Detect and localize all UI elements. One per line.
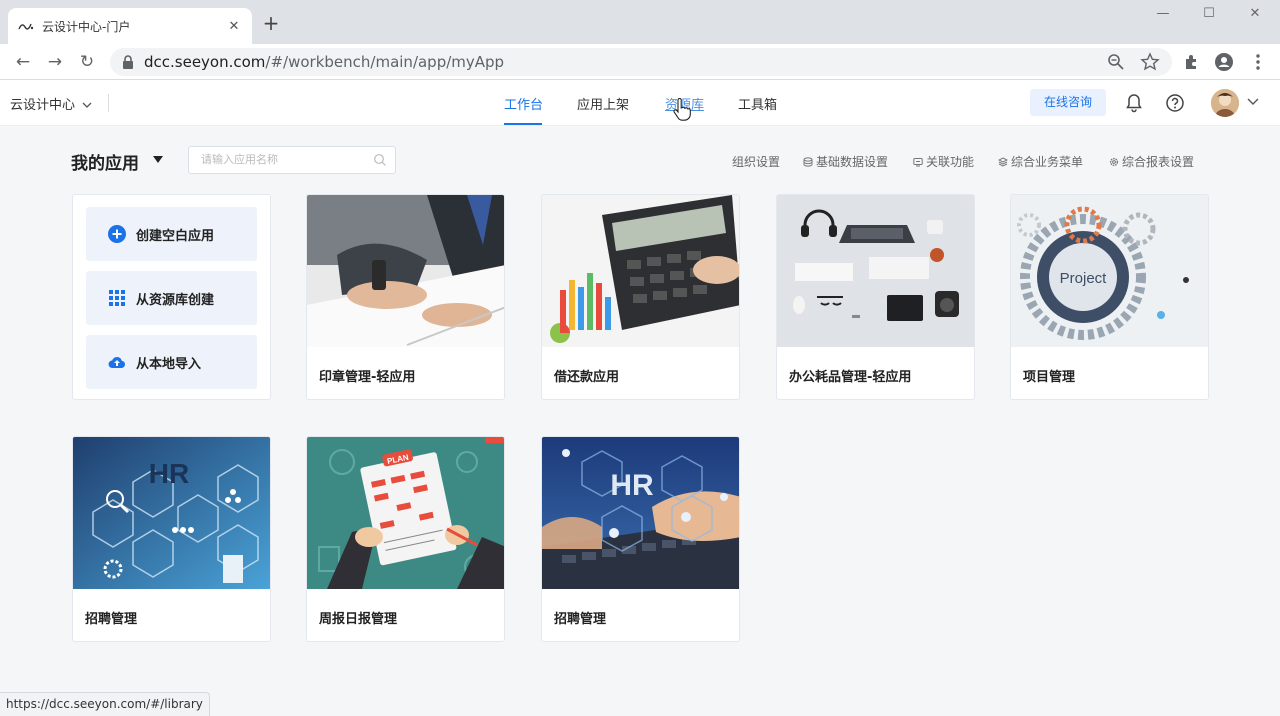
image-text: HR [610, 469, 654, 502]
app-title: 办公耗品管理-轻应用 [789, 370, 912, 385]
active-tab-indicator [504, 123, 542, 125]
image-text: HR [149, 458, 189, 489]
extensions-icon[interactable] [1182, 52, 1202, 72]
browser-toolbar: ← → ↻ dcc.seeyon.com/#/workbench/main/ap… [0, 44, 1280, 80]
caret-down-icon[interactable] [153, 156, 163, 163]
app-card[interactable]: 办公耗品管理-轻应用 [776, 194, 975, 400]
hand-cursor-icon [673, 98, 691, 121]
online-consult-button[interactable]: 在线咨询 [1030, 89, 1106, 116]
brand-switcher[interactable]: 云设计中心 [10, 94, 92, 113]
action-label: 创建空白应用 [136, 228, 215, 244]
tab-title: 云设计中心-门户 [42, 19, 131, 34]
link-business-menu[interactable]: 综合业务菜单 [998, 153, 1083, 170]
search-input[interactable] [188, 146, 396, 174]
grid-icon [109, 290, 125, 306]
app-title: 招聘管理 [554, 612, 607, 627]
tab-workbench[interactable]: 工作台 [504, 94, 543, 113]
app-card[interactable]: PLAN 周报日报管理 [306, 436, 505, 642]
app-title: 借还款应用 [554, 370, 620, 385]
app-header: 云设计中心 工作台 应用上架 资源库 工具箱 在线咨询 [0, 80, 1280, 126]
help-icon[interactable] [1164, 92, 1186, 114]
hr-keyboard-photo: HR [542, 437, 739, 589]
search-icon[interactable] [373, 153, 387, 167]
app-card[interactable]: Project 项目管理 [1010, 194, 1209, 400]
app-card[interactable]: HR 招聘管理 [541, 436, 740, 642]
create-actions-card: 创建空白应用 从资源库创建 从本地导入 [72, 194, 271, 400]
maximize-window-button[interactable]: ☐ [1194, 6, 1224, 26]
url-host: dcc.seeyon.com [144, 53, 266, 71]
zoom-icon[interactable] [1106, 52, 1126, 72]
gear-icon [1109, 157, 1119, 166]
action-label: 从资源库创建 [136, 292, 215, 308]
reload-icon[interactable]: ↻ [78, 53, 96, 71]
link-label: 综合报表设置 [1122, 155, 1195, 169]
tab-toolbox[interactable]: 工具箱 [738, 94, 777, 113]
browser-menu-icon[interactable] [1248, 52, 1268, 72]
link-org-settings[interactable]: 组织设置 [732, 153, 780, 170]
url-text: dcc.seeyon.com/#/workbench/main/app/myAp… [144, 53, 1092, 71]
profile-icon[interactable] [1214, 52, 1234, 72]
cloud-upload-icon [108, 356, 126, 369]
link-related-functions[interactable]: 关联功能 [913, 153, 974, 170]
app-card[interactable]: 借还款应用 [541, 194, 740, 400]
avatar[interactable] [1211, 89, 1239, 117]
app-card[interactable]: HR 招聘管理 [72, 436, 271, 642]
import-local-button[interactable]: 从本地导入 [86, 335, 257, 389]
calculator-finance-photo [542, 195, 739, 347]
browser-tab[interactable]: 云设计中心-门户 ✕ [8, 8, 252, 44]
status-bar-url: https://dcc.seeyon.com/#/library [0, 692, 210, 716]
create-from-library-button[interactable]: 从资源库创建 [86, 271, 257, 325]
app-title: 印章管理-轻应用 [319, 370, 416, 385]
action-label: 从本地导入 [136, 356, 202, 372]
link-basic-data-settings[interactable]: 基础数据设置 [803, 153, 888, 170]
address-bar[interactable]: dcc.seeyon.com/#/workbench/main/app/myAp… [110, 48, 1172, 76]
layers-icon [998, 156, 1008, 167]
close-window-button[interactable]: ✕ [1240, 6, 1270, 26]
stamp-signing-photo [307, 195, 504, 347]
create-blank-app-button[interactable]: 创建空白应用 [86, 207, 257, 261]
my-apps-toolbar: 我的应用 组织设置 基础数据设置 关联功能 综合业务菜单 综合报表设置 [0, 146, 1280, 176]
image-text: Project [1060, 270, 1108, 287]
page-title: 我的应用 [71, 154, 139, 174]
database-icon [803, 156, 813, 167]
lock-icon [123, 55, 133, 69]
plan-clipboard-illustration: PLAN [307, 437, 504, 589]
site-favicon-icon [18, 23, 34, 30]
hr-hexagon-illustration: HR [73, 437, 270, 589]
link-report-settings[interactable]: 综合报表设置 [1109, 153, 1194, 170]
app-title: 周报日报管理 [319, 612, 398, 627]
back-icon[interactable]: ← [14, 53, 32, 71]
app-title: 项目管理 [1023, 370, 1076, 385]
url-path: /#/workbench/main/app/myApp [265, 53, 505, 71]
app-title: 招聘管理 [85, 612, 138, 627]
chevron-down-icon [82, 102, 92, 108]
new-tab-button[interactable]: + [262, 13, 280, 33]
link-label: 关联功能 [926, 155, 975, 169]
bell-icon[interactable] [1123, 92, 1145, 114]
project-gears-illustration: Project [1011, 195, 1208, 347]
close-tab-icon[interactable]: ✕ [226, 18, 242, 34]
minimize-window-button[interactable]: — [1148, 6, 1178, 26]
tab-app-publish[interactable]: 应用上架 [577, 94, 629, 113]
forward-icon[interactable]: → [46, 53, 64, 71]
brand-label: 云设计中心 [10, 98, 76, 113]
app-card[interactable]: 印章管理-轻应用 [306, 194, 505, 400]
bookmark-star-icon[interactable] [1140, 52, 1160, 72]
divider [108, 94, 109, 112]
link-label: 组织设置 [732, 155, 781, 169]
office-supplies-photo [777, 195, 974, 347]
browser-tab-strip: 云设计中心-门户 ✕ + — ☐ ✕ [0, 0, 1280, 44]
link-label: 综合业务菜单 [1011, 155, 1084, 169]
plus-circle-icon [108, 225, 126, 243]
link-label: 基础数据设置 [816, 155, 889, 169]
link-icon [913, 157, 923, 166]
chevron-down-icon[interactable] [1246, 94, 1260, 108]
